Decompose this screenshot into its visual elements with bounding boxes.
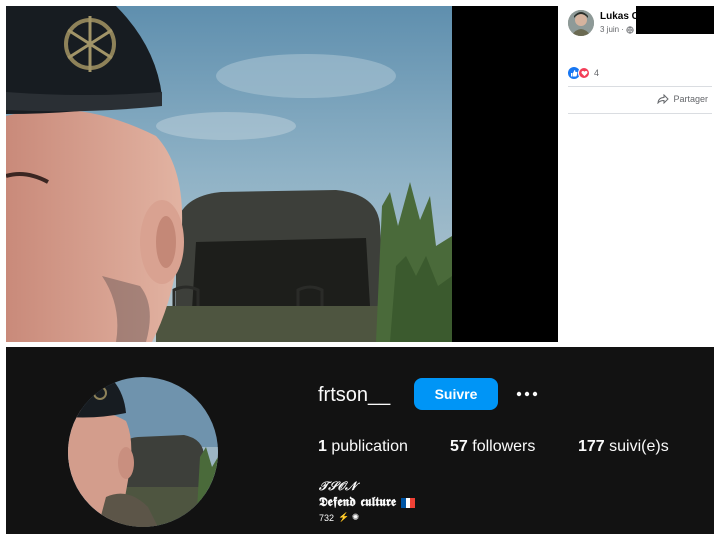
- divider: [568, 86, 712, 87]
- followers-label: followers: [472, 438, 536, 455]
- followers-count: 57: [450, 438, 468, 455]
- redaction-box: [636, 6, 714, 34]
- post-meta: 3 juin ·: [600, 25, 634, 34]
- username: frtson__: [318, 384, 391, 406]
- reactions-summary[interactable]: 4: [568, 67, 599, 79]
- reaction-count: 4: [594, 68, 600, 78]
- avatar-image: [568, 10, 594, 36]
- author-avatar[interactable]: [568, 10, 594, 36]
- posts-label: publication: [331, 438, 408, 455]
- share-icon: [657, 94, 670, 104]
- author-name[interactable]: Lukas C: [600, 11, 639, 22]
- meta-separator: ·: [621, 25, 624, 34]
- screenshot-collage: Lukas C 3 juin · 4 Partager frtson__ Sui…: [0, 0, 720, 540]
- share-label: Partager: [673, 94, 708, 104]
- following-label: suivi(e)s: [609, 438, 669, 455]
- follow-button[interactable]: Suivre: [414, 378, 498, 410]
- profile-picture[interactable]: [68, 377, 218, 527]
- instagram-profile-header: frtson__ Suivre 1 publication 57 followe…: [6, 347, 714, 534]
- post-date[interactable]: 3 juin: [600, 25, 619, 34]
- more-options-icon: [516, 391, 538, 397]
- france-flag-icon: [401, 497, 416, 508]
- followers-stat[interactable]: 57 followers: [450, 438, 535, 456]
- facebook-post-photo[interactable]: [6, 6, 558, 342]
- following-stat[interactable]: 177 suivi(e)s: [578, 438, 669, 456]
- bio-line-2-text: 𝕯𝖊𝖋𝖊𝖓𝖉 𝖈𝖚𝖑𝖙𝖚𝖗𝖊: [319, 495, 397, 510]
- posts-count: 1: [318, 438, 327, 455]
- globe-icon: [626, 25, 634, 34]
- posts-stat: 1 publication: [318, 438, 408, 456]
- bio-line-1: 𝒯𝒮𝒪𝒩: [319, 479, 357, 493]
- bio-symbols: ⚡ ✺: [338, 512, 360, 522]
- love-icon: [578, 67, 590, 79]
- divider: [568, 113, 712, 114]
- facebook-post-panel: Lukas C 3 juin · 4 Partager: [564, 6, 714, 342]
- more-options-button[interactable]: [514, 381, 540, 407]
- bio-line-2: 𝕯𝖊𝖋𝖊𝖓𝖉 𝖈𝖚𝖑𝖙𝖚𝖗𝖊: [319, 495, 416, 510]
- bio-number: 732: [319, 512, 335, 523]
- selfie-image: [6, 6, 452, 342]
- share-button[interactable]: Partager: [657, 94, 708, 104]
- bio-line-3: 732 ⚡ ✺: [319, 512, 359, 523]
- following-count: 177: [578, 438, 605, 455]
- profile-picture-image: [68, 377, 218, 527]
